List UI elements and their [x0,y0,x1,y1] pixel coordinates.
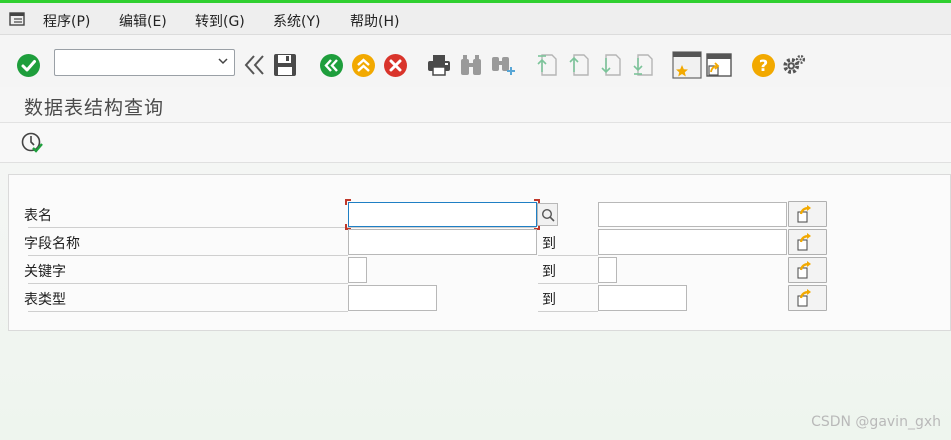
previous-page-button[interactable] [566,52,592,78]
collapse-left-icon [244,55,264,75]
execute-icon[interactable] [20,131,44,155]
table-name-to-input[interactable] [599,203,786,226]
create-session-icon [672,51,702,79]
back-button[interactable] [318,52,344,78]
multiple-selection-icon [797,233,811,251]
multiple-selection-icon [797,261,811,279]
help-button[interactable]: ? [750,52,776,78]
row-divider [538,255,598,256]
table-name-to-field[interactable] [598,202,787,227]
chevron-down-icon[interactable] [218,57,228,65]
multiple-selection-button[interactable] [788,201,827,227]
system-menu-icon[interactable] [9,12,25,26]
shortcut-icon [706,53,732,77]
settings-button[interactable] [781,52,807,78]
field-name-input[interactable] [349,230,536,254]
application-toolbar [0,123,951,163]
table-type-to-label: 到 [542,292,556,308]
exit-icon [351,53,375,77]
next-page-button[interactable] [598,52,624,78]
shortcut-button[interactable] [705,52,733,78]
collapse-command-button[interactable] [243,52,269,78]
row-divider [28,227,536,228]
key-to-label: 到 [542,264,556,280]
svg-text:?: ? [758,56,767,75]
next-page-icon [601,54,621,76]
menu-help[interactable]: 帮助(H) [350,11,399,31]
key-to-field[interactable] [598,257,617,283]
value-help-button[interactable] [537,203,558,226]
last-page-button[interactable] [630,52,656,78]
page-title: 数据表结构查询 [24,97,165,119]
menu-edit[interactable]: 编辑(E) [119,11,167,31]
create-session-button[interactable] [672,51,702,79]
cancel-icon [383,53,407,77]
command-field[interactable] [54,49,235,76]
table-type-label: 表类型 [24,292,66,308]
print-icon [428,55,450,76]
table-name-field[interactable] [348,202,537,227]
multiple-selection-button[interactable] [788,285,827,311]
find-button[interactable] [458,52,484,78]
multiple-selection-button[interactable] [788,229,827,255]
table-type-field[interactable] [348,285,437,311]
table-type-to-input[interactable] [599,286,686,310]
table-type-to-field[interactable] [598,285,687,311]
standard-toolbar: ? [0,35,951,87]
table-type-input[interactable] [349,286,436,310]
last-page-icon [633,54,653,76]
key-input[interactable] [349,258,366,282]
menu-system[interactable]: 系统(Y) [273,11,320,31]
command-input[interactable] [55,50,205,74]
multiple-selection-icon [797,289,811,307]
exit-button[interactable] [350,52,376,78]
key-to-input[interactable] [599,258,616,282]
field-name-field[interactable] [348,229,537,255]
key-label: 关键字 [24,264,66,280]
multiple-selection-icon [797,205,811,223]
field-name-label: 字段名称 [24,236,80,252]
enter-check-icon [16,53,40,77]
find-next-button[interactable] [490,52,516,78]
field-name-to-input[interactable] [599,230,786,254]
cancel-button[interactable] [382,52,408,78]
table-name-input[interactable] [349,203,536,226]
row-divider [28,283,348,284]
settings-icon [783,54,806,74]
row-divider [28,311,348,312]
focus-corner [345,199,351,205]
row-divider [538,283,598,284]
help-icon: ? [751,53,775,77]
back-icon [319,53,343,77]
menu-program[interactable]: 程序(P) [43,11,90,31]
first-page-button[interactable] [534,52,560,78]
print-button[interactable] [426,52,452,78]
row-divider [538,311,598,312]
menu-bar: 程序(P) 编辑(E) 转到(G) 系统(Y) 帮助(H) [0,3,951,35]
first-page-icon [537,54,557,76]
find-icon [461,55,481,75]
menu-goto[interactable]: 转到(G) [195,11,245,31]
row-divider [28,255,348,256]
save-button[interactable] [272,52,298,78]
previous-page-icon [569,54,589,76]
key-field[interactable] [348,257,367,283]
search-icon [541,208,555,222]
watermark-text: CSDN @gavin_gxh [811,414,941,430]
title-bar: 数据表结构查询 [0,87,951,123]
save-icon [274,54,296,76]
multiple-selection-button[interactable] [788,257,827,283]
field-name-to-label: 到 [542,236,556,252]
find-next-icon [492,57,515,75]
field-name-to-field[interactable] [598,229,787,255]
enter-button[interactable] [15,52,41,78]
table-name-label: 表名 [24,208,52,224]
